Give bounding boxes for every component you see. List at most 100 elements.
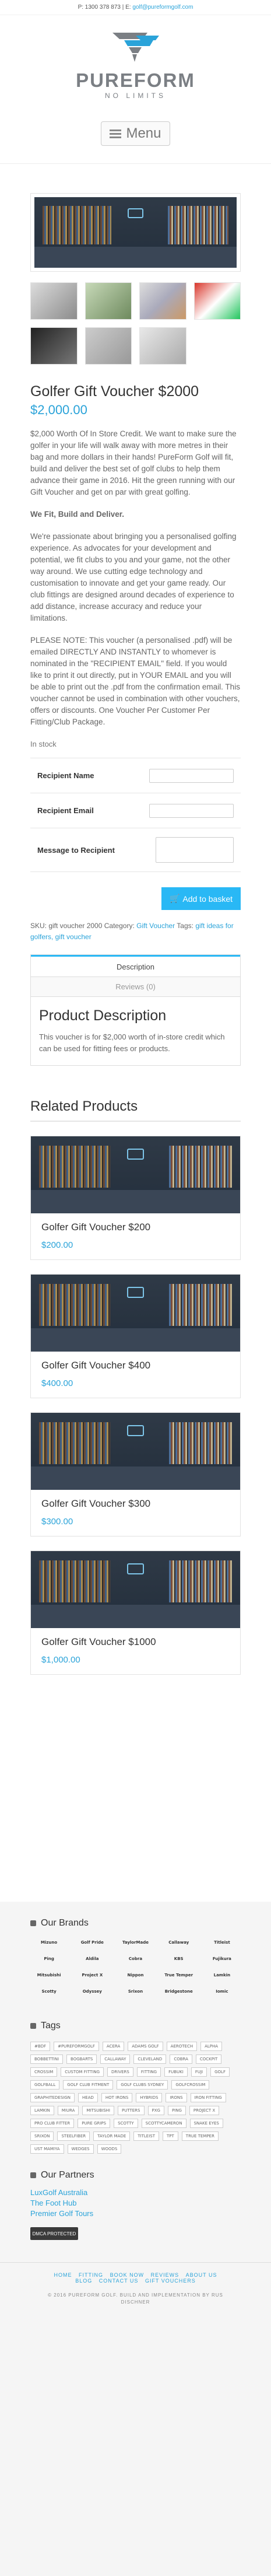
tag-link[interactable]: CUSTOM FITTING — [61, 2067, 104, 2077]
tag-link[interactable]: DRIVERS — [107, 2067, 133, 2077]
tag-link[interactable]: GOLFBALL — [30, 2080, 60, 2090]
tag-link[interactable]: SNAKE EYES — [189, 2119, 223, 2128]
brand-logo[interactable]: Project X — [73, 1973, 111, 1981]
tag-link[interactable]: BOBBETTINI — [30, 2054, 64, 2064]
brand-logo[interactable]: Nippon — [117, 1973, 154, 1981]
tag-link[interactable]: PURE GRIPS — [78, 2119, 111, 2128]
tag-link[interactable]: GOLF — [210, 2067, 230, 2077]
add-to-basket-button[interactable]: 🛒 Add to basket — [161, 887, 241, 910]
thumbnail-image[interactable] — [30, 327, 78, 365]
brand-logo[interactable]: Callaway — [160, 1940, 198, 1948]
partner-link[interactable]: Premier Golf Tours — [30, 2208, 241, 2219]
thumbnail-image[interactable] — [85, 327, 132, 365]
tag-link[interactable]: GOLF CLUBS SYDNEY — [117, 2080, 168, 2090]
tag-link[interactable]: TRUE TEMPER — [181, 2132, 219, 2141]
tag-link[interactable]: COCKPIT — [195, 2054, 222, 2064]
brand-logo[interactable]: Bridgestone — [160, 1989, 198, 1997]
footer-nav-gift-vouchers[interactable]: GIFT VOUCHERS — [145, 2278, 196, 2284]
message-textarea[interactable] — [156, 837, 234, 863]
tag-link[interactable]: #PUREFORMGOLF — [54, 2042, 99, 2051]
thumbnail-image[interactable] — [139, 282, 186, 320]
footer-nav-book-now[interactable]: BOOK NOW — [110, 2272, 145, 2278]
brand-logo[interactable]: KBS — [160, 1957, 198, 1965]
brand-logo[interactable]: TaylorMade — [117, 1940, 154, 1948]
related-product-name[interactable]: Golfer Gift Voucher $300 — [41, 1498, 230, 1510]
tag-link[interactable]: PUTTERS — [117, 2106, 145, 2115]
related-product-name[interactable]: Golfer Gift Voucher $1000 — [41, 1636, 230, 1648]
tag-link[interactable]: CALLAWAY — [100, 2054, 131, 2064]
tag-link[interactable]: WEDGES — [67, 2144, 94, 2154]
footer-nav-about-us[interactable]: ABOUT US — [186, 2272, 217, 2278]
brand-logo[interactable]: Ping — [30, 1957, 68, 1965]
tag-link[interactable]: TPT — [163, 2132, 178, 2141]
tab-reviews[interactable]: Reviews (0) — [31, 977, 240, 997]
footer-nav-contact-us[interactable]: CONTACT US — [99, 2278, 139, 2284]
tag-link[interactable]: HOT IRONS — [101, 2093, 133, 2102]
tag-link[interactable]: TAYLOR MADE — [93, 2132, 131, 2141]
brand-logo[interactable]: Scotty — [30, 1989, 68, 1997]
tag-link[interactable]: PROJECT X — [189, 2106, 220, 2115]
menu-toggle-button[interactable]: Menu — [101, 121, 170, 146]
tag-link[interactable]: AEROTECH — [166, 2042, 198, 2051]
brand-logo[interactable]: Titleist — [203, 1940, 241, 1948]
recipient-name-input[interactable] — [149, 768, 234, 783]
tag-link[interactable]: ALPHA — [200, 2042, 223, 2051]
tag-link[interactable]: IRON FITTING — [190, 2093, 226, 2102]
related-product-card[interactable]: Golfer Gift Voucher $300 $300.00 — [30, 1412, 241, 1536]
tag-link[interactable]: LAMKIN — [30, 2106, 54, 2115]
tag-link[interactable]: BOGBARTS — [66, 2054, 97, 2064]
footer-nav-reviews[interactable]: REVIEWS — [151, 2272, 180, 2278]
brand-logo[interactable]: Aldila — [73, 1957, 111, 1965]
partner-link[interactable]: The Foot Hub — [30, 2198, 241, 2208]
thumbnail-image[interactable] — [30, 282, 78, 320]
tag-link[interactable]: HYBRIDS — [136, 2093, 163, 2102]
tag-link[interactable]: FITTING — [136, 2067, 161, 2077]
tag-link[interactable]: COBRA — [170, 2054, 192, 2064]
tag-link[interactable]: IRONS — [166, 2093, 187, 2102]
brand-logo[interactable]: True Temper — [160, 1973, 198, 1981]
product-main-image[interactable] — [30, 193, 241, 272]
footer-nav-fitting[interactable]: FITTING — [79, 2272, 103, 2278]
tag-link[interactable]: SRIXON — [30, 2132, 54, 2141]
brand-logo[interactable]: Iomic — [203, 1989, 241, 1997]
recipient-email-input[interactable] — [149, 803, 234, 818]
tag-link[interactable]: MIURA — [57, 2106, 79, 2115]
tag-link[interactable]: ACERA — [102, 2042, 125, 2051]
tag-link[interactable]: WOODS — [97, 2144, 122, 2154]
tag-link[interactable]: ADAMS GOLF — [128, 2042, 163, 2051]
partner-link[interactable]: LuxGolf Australia — [30, 2188, 241, 2198]
related-product-name[interactable]: Golfer Gift Voucher $400 — [41, 1360, 230, 1371]
tag-link[interactable]: GOLF CLUB FITMENT — [63, 2080, 114, 2090]
tag-link[interactable]: SCOTTY — [114, 2119, 138, 2128]
tag-link[interactable]: STEELFIBER — [57, 2132, 90, 2141]
tag-link[interactable]: UST MAMIYA — [30, 2144, 64, 2154]
contact-email-link[interactable]: golf@pureformgolf.com — [132, 4, 193, 10]
tag-link[interactable]: TITLEIST — [133, 2132, 160, 2141]
brand-logo[interactable]: Srixon — [117, 1989, 154, 1997]
thumbnail-image[interactable] — [85, 282, 132, 320]
related-product-card[interactable]: Golfer Gift Voucher $200 $200.00 — [30, 1136, 241, 1260]
footer-nav-home[interactable]: HOME — [54, 2272, 72, 2278]
dmca-badge[interactable]: DMCA PROTECTED — [30, 2227, 78, 2240]
tag-link[interactable]: HEAD — [78, 2093, 98, 2102]
tag-link[interactable]: CROSSIM — [30, 2067, 58, 2077]
tag-link[interactable]: FUBUKI — [164, 2067, 188, 2077]
tag-link[interactable]: GOLFCROSSIM — [171, 2080, 210, 2090]
brand-logo[interactable]: Cobra — [117, 1957, 154, 1965]
footer-nav-blog[interactable]: BLOG — [75, 2278, 92, 2284]
brand-logo[interactable]: Lamkin — [203, 1973, 241, 1981]
thumbnail-image[interactable] — [139, 327, 186, 365]
brand-logo[interactable]: Mizuno — [30, 1940, 68, 1948]
tag-link[interactable]: PING — [167, 2106, 186, 2115]
category-link[interactable]: Gift Voucher — [136, 922, 175, 930]
tag-link[interactable]: PXG — [147, 2106, 164, 2115]
brand-logo[interactable]: Odyssey — [73, 1989, 111, 1997]
tag-link[interactable]: SCOTTYCAMERON — [141, 2119, 186, 2128]
brand-logo[interactable]: Golf Pride — [73, 1940, 111, 1948]
site-logo[interactable]: PUREFORM NO LIMITS — [0, 15, 271, 114]
related-product-name[interactable]: Golfer Gift Voucher $200 — [41, 1222, 230, 1233]
tag-link[interactable]: GRAPHITEDESIGN — [30, 2093, 75, 2102]
tag-link[interactable]: MITSUBISHI — [82, 2106, 114, 2115]
thumbnail-image[interactable] — [193, 282, 241, 320]
brand-logo[interactable]: Mitsubishi — [30, 1973, 68, 1981]
